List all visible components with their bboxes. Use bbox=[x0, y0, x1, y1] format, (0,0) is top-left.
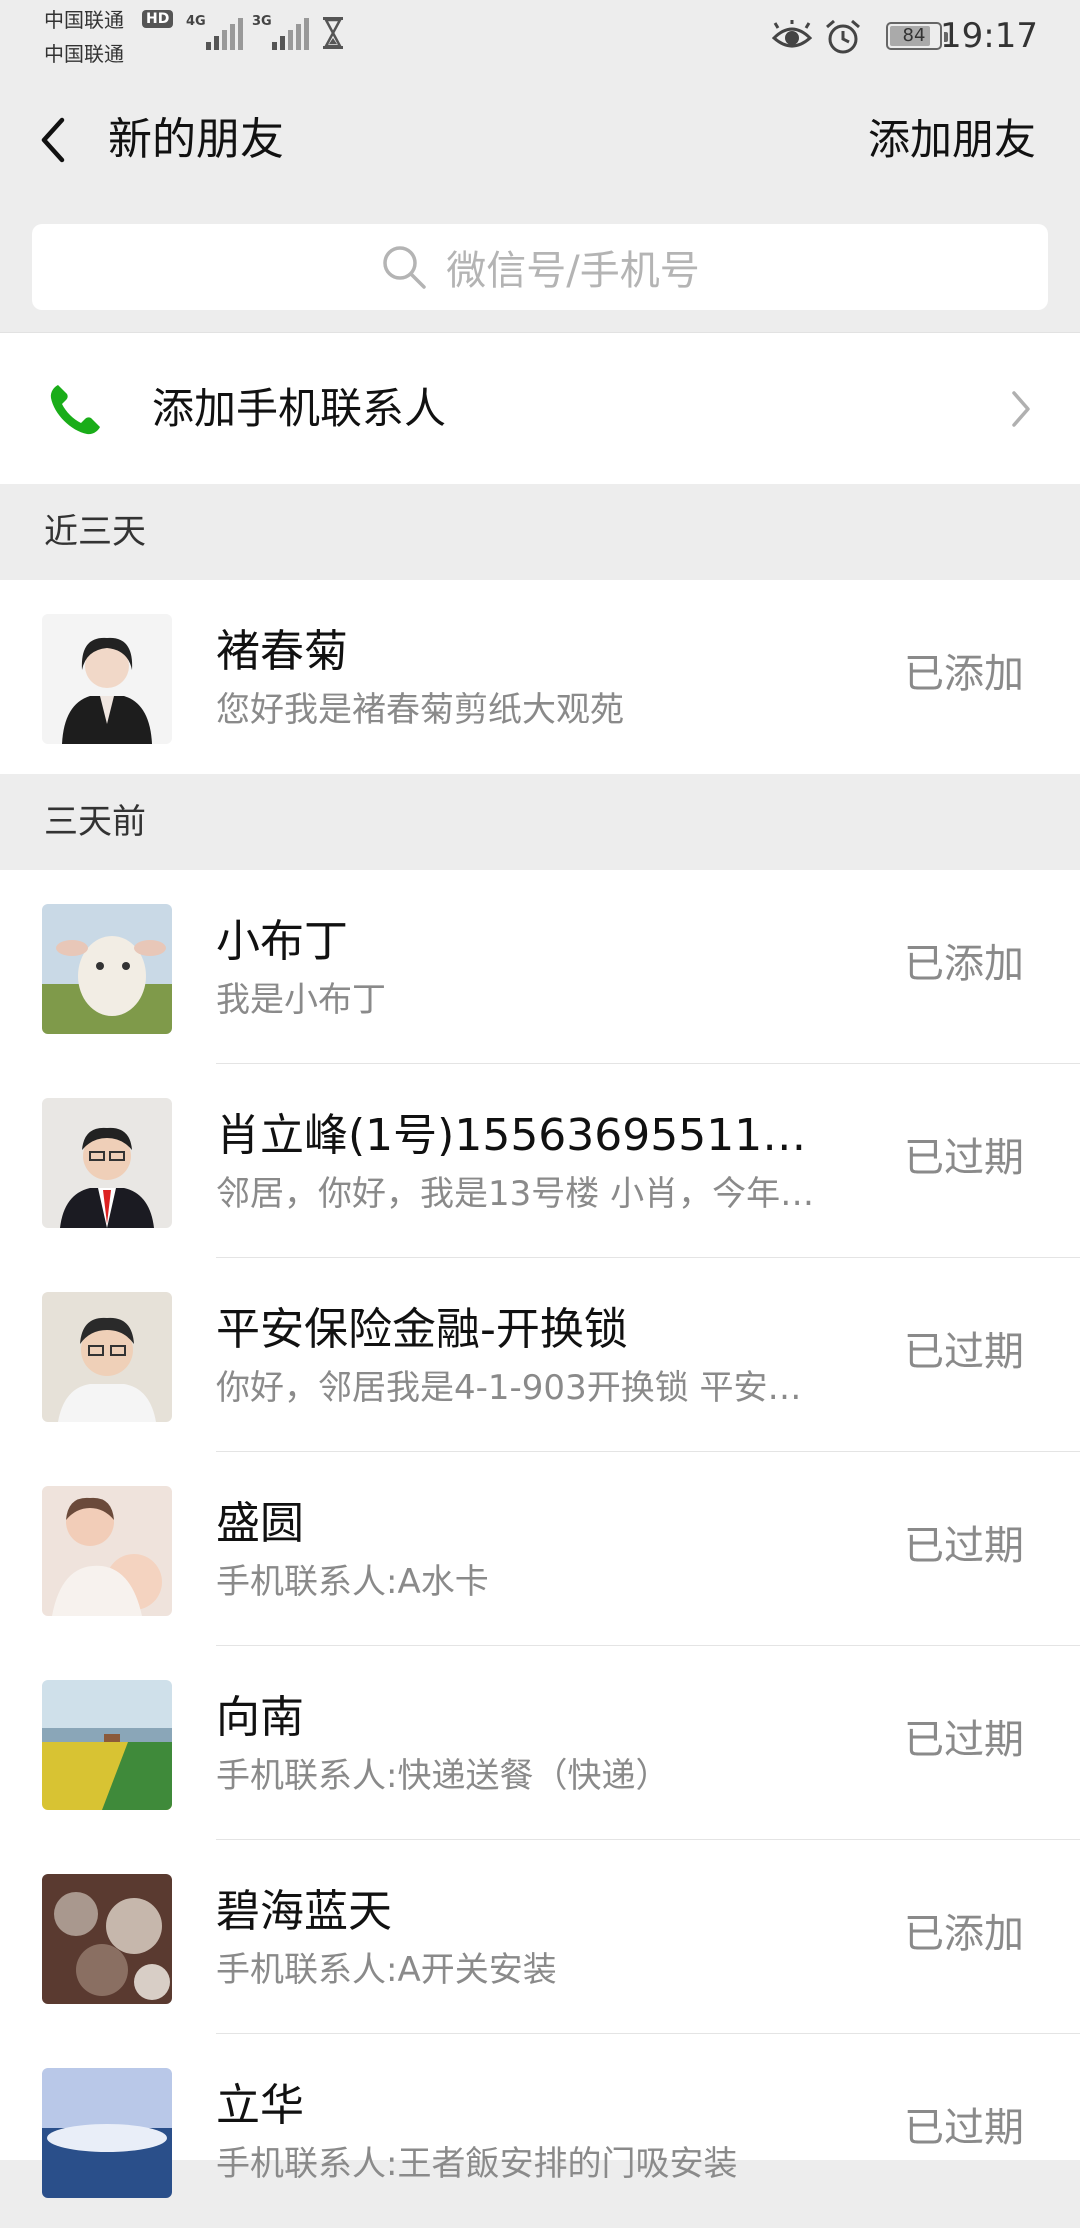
list-item[interactable]: 肖立峰(1号)15563695511平… 邻居，你好，我是13号楼 小肖，今年…… bbox=[0, 1064, 1080, 1258]
friend-message: 手机联系人:A水卡 bbox=[216, 1562, 489, 1602]
list-item[interactable]: 碧海蓝天 手机联系人:A开关安装 已添加 bbox=[0, 1840, 1080, 2034]
signal-4g-icon: 4G bbox=[186, 14, 243, 50]
request-status: 已过期 bbox=[904, 1135, 1024, 1181]
friend-message: 手机联系人:王者飯安排的门吸安装 bbox=[216, 2144, 738, 2184]
list-item[interactable]: 褚春菊 您好我是褚春菊剪纸大观苑 已添加 bbox=[0, 580, 1080, 774]
friend-message: 您好我是褚春菊剪纸大观苑 bbox=[216, 690, 624, 730]
list-item[interactable]: 平安保险金融-开换锁 你好，邻居我是4-1-903开换锁 平安… 已过期 bbox=[0, 1258, 1080, 1452]
list-item[interactable]: 盛圆 手机联系人:A水卡 已过期 bbox=[0, 1452, 1080, 1646]
friend-message: 手机联系人:A开关安装 bbox=[216, 1950, 557, 1990]
status-right: 84 19:17 bbox=[678, 14, 1038, 58]
chevron-right-icon bbox=[1012, 391, 1030, 427]
friend-name: 向南 bbox=[216, 1692, 304, 1743]
avatar bbox=[42, 1486, 172, 1616]
section-header-older: 三天前 bbox=[0, 774, 1080, 870]
battery-level: 84 bbox=[902, 25, 926, 46]
clock-time: 19:17 bbox=[940, 16, 1038, 56]
avatar bbox=[42, 614, 172, 744]
search-placeholder: 微信号/手机号 bbox=[446, 248, 700, 294]
friend-message: 邻居，你好，我是13号楼 小肖，今年… bbox=[216, 1174, 815, 1214]
request-status: 已过期 bbox=[904, 1717, 1024, 1763]
friend-request-list-recent: 褚春菊 您好我是褚春菊剪纸大观苑 已添加 bbox=[0, 580, 1080, 774]
avatar bbox=[42, 1098, 172, 1228]
request-status: 已添加 bbox=[904, 651, 1024, 697]
friend-name: 盛圆 bbox=[216, 1498, 304, 1549]
friend-message: 我是小布丁 bbox=[216, 980, 386, 1020]
avatar bbox=[42, 1874, 172, 2004]
back-arrow-icon[interactable] bbox=[30, 110, 80, 170]
nav-header: 新的朋友 添加朋友 bbox=[0, 72, 1080, 208]
search-input[interactable]: 微信号/手机号 bbox=[32, 224, 1048, 310]
carrier-label-2: 中国联通 bbox=[44, 42, 124, 66]
battery-icon: 84 bbox=[886, 22, 948, 50]
request-status: 已过期 bbox=[904, 2105, 1024, 2151]
search-icon bbox=[383, 246, 426, 289]
request-status: 已过期 bbox=[904, 1523, 1024, 1569]
section-header-recent: 近三天 bbox=[0, 484, 1080, 580]
signal-3g-label: 3G bbox=[252, 14, 272, 29]
add-friend-button[interactable]: 添加朋友 bbox=[868, 110, 1036, 170]
friend-message: 手机联系人:快递送餐（快递） bbox=[216, 1756, 670, 1796]
section-title: 三天前 bbox=[44, 802, 146, 842]
list-item[interactable]: 向南 手机联系人:快递送餐（快递） 已过期 bbox=[0, 1646, 1080, 1840]
signal-4g-label: 4G bbox=[186, 14, 206, 29]
friend-name: 褚春菊 bbox=[216, 626, 348, 677]
section-title: 近三天 bbox=[44, 512, 146, 552]
carrier-label-1: 中国联通 bbox=[44, 8, 124, 32]
avatar bbox=[42, 2068, 172, 2198]
phone-icon bbox=[50, 385, 100, 435]
friend-message: 你好，邻居我是4-1-903开换锁 平安… bbox=[216, 1368, 802, 1408]
page-title: 新的朋友 bbox=[108, 114, 284, 165]
avatar bbox=[42, 1680, 172, 1810]
alarm-clock-icon bbox=[826, 19, 860, 54]
request-status: 已添加 bbox=[904, 1911, 1024, 1957]
friend-name: 立华 bbox=[216, 2080, 304, 2131]
hd-badge: HD bbox=[142, 10, 174, 28]
request-status: 已过期 bbox=[904, 1329, 1024, 1375]
friend-name: 平安保险金融-开换锁 bbox=[216, 1304, 628, 1355]
friend-name: 小布丁 bbox=[216, 916, 348, 967]
hourglass-icon bbox=[323, 17, 343, 49]
avatar bbox=[42, 904, 172, 1034]
friend-name: 碧海蓝天 bbox=[216, 1886, 392, 1937]
status-bar: 中国联通 中国联通 HD 4G 3G 84 19:17 bbox=[0, 0, 1080, 72]
friend-name: 肖立峰(1号)15563695511平… bbox=[216, 1110, 836, 1161]
list-item[interactable]: 小布丁 我是小布丁 已添加 bbox=[0, 870, 1080, 1064]
avatar bbox=[42, 1292, 172, 1422]
add-phone-contacts-label: 添加手机联系人 bbox=[152, 384, 447, 433]
friend-request-list-older: 小布丁 我是小布丁 已添加 肖立峰(1号)15563695511平… 邻居，你好… bbox=[0, 870, 1080, 2198]
add-phone-contacts-row[interactable]: 添加手机联系人 bbox=[0, 332, 1080, 485]
signal-3g-icon: 3G bbox=[252, 14, 309, 50]
request-status: 已添加 bbox=[904, 941, 1024, 987]
eye-icon bbox=[772, 20, 812, 48]
list-item[interactable]: 立华 手机联系人:王者飯安排的门吸安装 已过期 bbox=[0, 2034, 1080, 2228]
